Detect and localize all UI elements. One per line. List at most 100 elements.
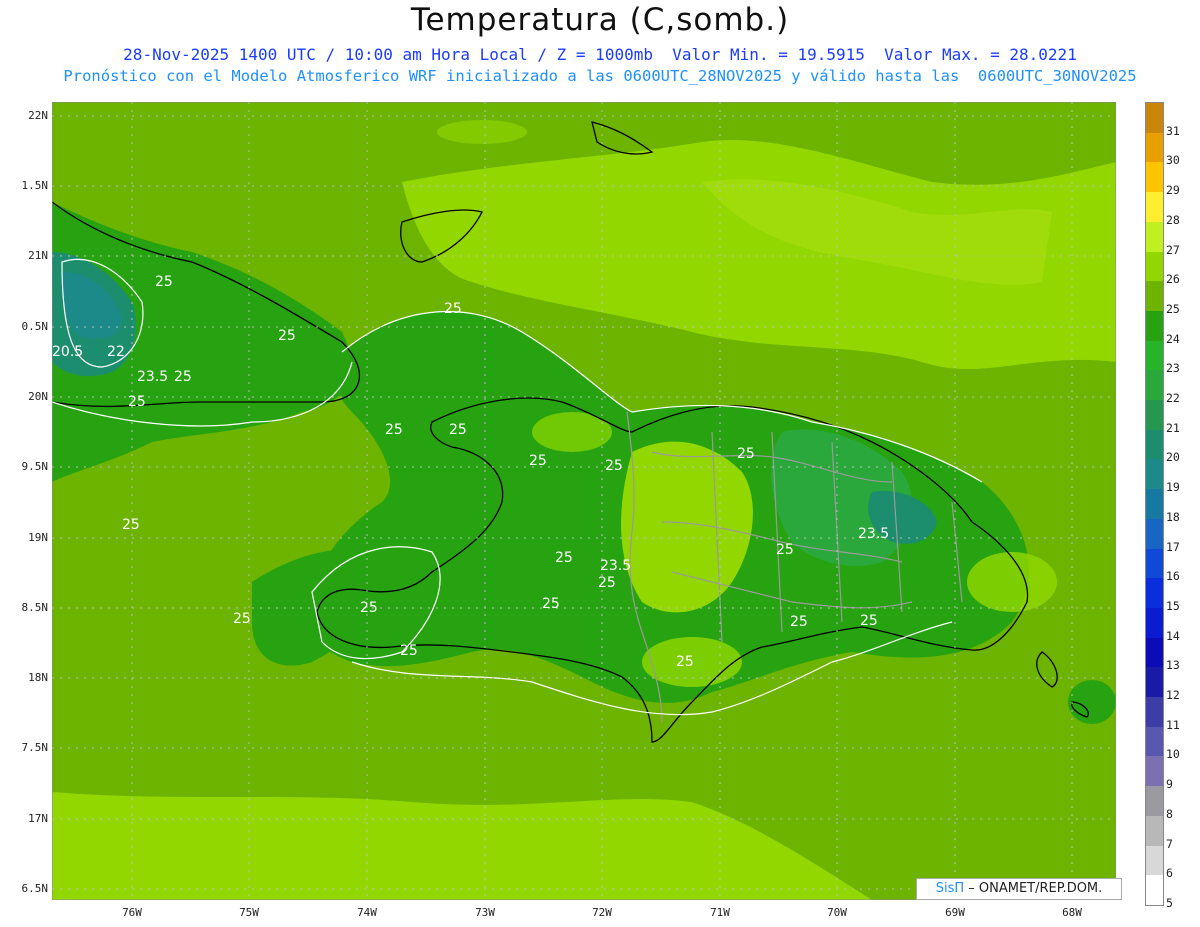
lon-label: 74W	[357, 906, 377, 919]
legend-swatch	[1146, 697, 1163, 728]
lat-label: 9.5N	[21, 460, 49, 473]
map-subtitle-model: Pronóstico con el Modelo Atmosferico WRF…	[63, 67, 1137, 85]
contour-label: 25	[555, 550, 573, 566]
lon-label: 75W	[239, 906, 259, 919]
sispi-logo: SisΠ	[935, 881, 965, 896]
contour-label: 25	[122, 517, 140, 533]
lon-label: 72W	[592, 906, 612, 919]
legend-label: 12	[1166, 688, 1180, 703]
contour-label: 25	[776, 542, 794, 558]
lat-label: 18N	[28, 671, 48, 684]
contour-label: 25	[444, 301, 462, 317]
lat-label: 19N	[28, 531, 48, 544]
credit-box: SisΠ – ONAMET/REP.DOM.	[916, 878, 1122, 900]
legend-swatch	[1146, 221, 1163, 253]
legend-label: 26	[1166, 272, 1180, 287]
legend-label: 7	[1166, 836, 1173, 851]
legend-swatch	[1146, 489, 1163, 520]
legend-label: 22	[1166, 391, 1180, 406]
legend-label: 16	[1166, 569, 1180, 584]
legend-swatch	[1146, 251, 1163, 282]
legend-swatch	[1146, 281, 1163, 312]
contour-label: 23.5	[858, 526, 889, 542]
legend-label: 11	[1166, 717, 1180, 732]
legend-label: 27	[1166, 242, 1180, 257]
contour-label: 25	[860, 613, 878, 629]
lat-label: 17N	[28, 812, 48, 825]
lon-label: 71W	[710, 906, 730, 919]
legend-swatch	[1146, 103, 1163, 134]
legend-swatch	[1146, 370, 1163, 401]
contour-label: 25	[174, 369, 192, 385]
contour-label: 25	[737, 446, 755, 462]
contour-label: 25	[790, 614, 808, 630]
lat-label: 1.5N	[21, 179, 49, 192]
legend-label: 15	[1166, 598, 1180, 613]
legend-swatch	[1146, 786, 1163, 817]
contour-label: 25	[542, 596, 560, 612]
legend-label: 13	[1166, 658, 1180, 673]
legend-swatch	[1146, 815, 1163, 847]
contour-label: 25	[360, 600, 378, 616]
lat-label: 21N	[28, 249, 48, 262]
contour-label: 20.5	[52, 344, 83, 360]
lat-label: 22N	[28, 109, 48, 122]
legend-swatch	[1146, 756, 1163, 787]
lat-label: 6.5N	[21, 882, 49, 895]
legend-swatch	[1146, 637, 1163, 668]
lat-label: 20N	[28, 390, 48, 403]
legend-label: 8	[1166, 806, 1173, 821]
legend-swatch	[1146, 726, 1163, 757]
legend-label: 28	[1166, 212, 1180, 227]
contour-label: 22	[107, 344, 125, 360]
legend-label: 24	[1166, 331, 1180, 346]
legend-swatch	[1146, 548, 1163, 579]
contour-label: 25	[449, 422, 467, 438]
lat-label: 8.5N	[21, 601, 49, 614]
contour-label: 25	[385, 422, 403, 438]
contour-label: 25	[605, 458, 623, 474]
legend-swatch	[1146, 667, 1163, 698]
color-legend	[1145, 102, 1164, 906]
legend-swatch	[1146, 578, 1163, 609]
legend-label: 5	[1166, 896, 1173, 910]
legend-swatch	[1146, 162, 1163, 193]
legend-swatch	[1146, 192, 1163, 223]
legend-swatch	[1146, 429, 1163, 460]
legend-label: 25	[1166, 301, 1180, 316]
contour-label: 25	[233, 611, 251, 627]
legend-swatch	[1146, 459, 1163, 490]
contour-label: 23.5	[600, 558, 631, 574]
legend-swatch	[1146, 607, 1163, 639]
legend-label: 30	[1166, 153, 1180, 168]
legend-swatch	[1146, 340, 1163, 371]
legend-swatch	[1146, 310, 1163, 342]
map-subtitle-time: 28-Nov-2025 1400 UTC / 10:00 am Hora Loc…	[123, 45, 1077, 64]
legend-label: 20	[1166, 450, 1180, 465]
legend-label: 18	[1166, 509, 1180, 524]
contour-label: 23.5	[137, 369, 168, 385]
legend-label: 23	[1166, 361, 1180, 376]
legend-swatch	[1146, 845, 1163, 876]
temperature-map: 25 25 20.5 22 23.5 25 25 25 25 25 25 25 …	[52, 102, 1116, 900]
legend-label: 6	[1166, 866, 1173, 881]
lat-label: 7.5N	[21, 741, 49, 754]
contour-label: 25	[278, 328, 296, 344]
legend-label: 31	[1166, 123, 1180, 138]
contour-label: 25	[128, 394, 146, 410]
legend-label: 17	[1166, 539, 1180, 554]
credit-org: – ONAMET/REP.DOM.	[968, 881, 1103, 896]
legend-label: 21	[1166, 420, 1180, 435]
contour-label: 25	[598, 575, 616, 591]
map-title: Temperatura (C,somb.)	[410, 2, 790, 38]
lon-label: 76W	[122, 906, 142, 919]
contour-label: 25	[400, 643, 418, 659]
legend-swatch	[1146, 132, 1163, 163]
lon-label: 70W	[827, 906, 847, 919]
lon-label: 68W	[1062, 906, 1082, 919]
contour-label: 25	[155, 274, 173, 290]
lon-label: 69W	[945, 906, 965, 919]
contour-label: 25	[676, 654, 694, 670]
lat-label: 0.5N	[21, 320, 49, 333]
legend-label: 10	[1166, 747, 1180, 762]
